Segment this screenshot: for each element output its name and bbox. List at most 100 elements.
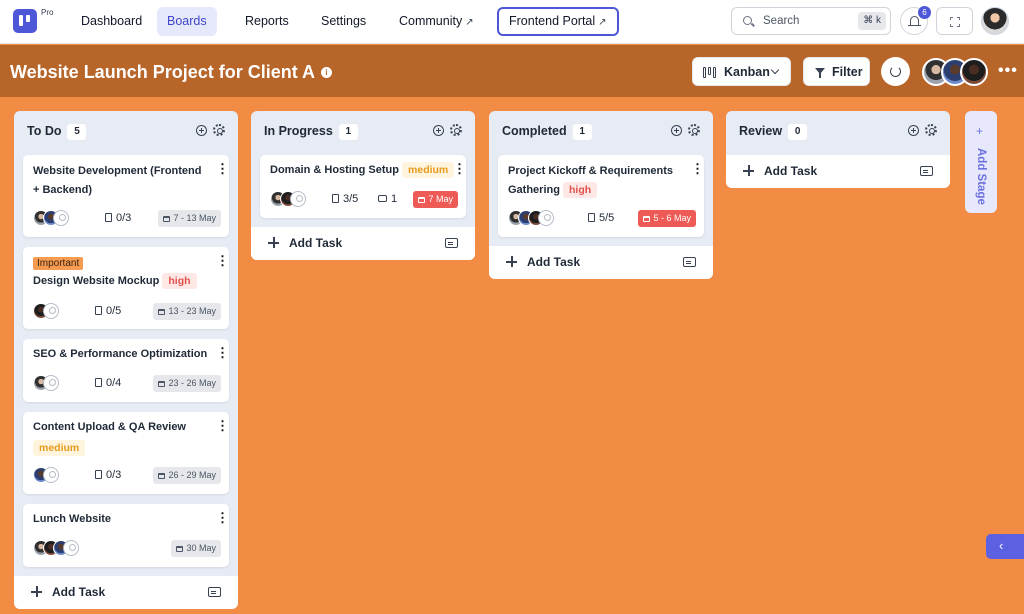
due-date-text: 5 - 6 May xyxy=(653,213,691,223)
stage-column-review: Review 0 Add Task xyxy=(726,111,950,188)
board-members[interactable] xyxy=(922,58,988,86)
plus-icon: + xyxy=(976,124,984,138)
subtask-icon xyxy=(588,213,595,222)
kebab-menu-icon[interactable] xyxy=(216,161,229,177)
add-task-icon[interactable] xyxy=(196,125,207,136)
fullscreen-button[interactable] xyxy=(936,7,973,35)
subtask-count-text: 0/4 xyxy=(106,377,122,389)
task-card[interactable]: SEO & Performance Optimization 0/4 23 - … xyxy=(23,339,229,402)
assign-user-icon[interactable] xyxy=(43,467,59,483)
side-panel-toggle[interactable]: ‹ xyxy=(986,534,1024,559)
calendar-icon xyxy=(176,546,184,552)
subtask-icon xyxy=(105,213,112,222)
subtask-count: 0/5 xyxy=(95,305,121,317)
gear-icon[interactable] xyxy=(450,124,462,136)
kebab-menu-icon[interactable] xyxy=(216,510,229,526)
gear-icon[interactable] xyxy=(925,124,937,136)
add-task-label: Add Task xyxy=(764,164,818,178)
stage-column-completed: Completed 1 Project Kickoff & Requirement… xyxy=(489,111,713,279)
view-label: Kanban xyxy=(724,65,770,79)
view-switcher-button[interactable]: Kanban xyxy=(692,57,791,86)
due-date-text: 13 - 23 May xyxy=(168,306,216,316)
fullscreen-icon xyxy=(950,17,960,27)
kebab-menu-icon[interactable] xyxy=(216,345,229,361)
comment-icon xyxy=(378,195,387,202)
nav-community[interactable]: Community ↗ xyxy=(389,7,484,36)
nav-reports[interactable]: Reports xyxy=(235,7,299,36)
nav-settings[interactable]: Settings xyxy=(311,7,376,36)
kebab-menu-icon[interactable] xyxy=(691,161,704,177)
gear-icon[interactable] xyxy=(688,124,700,136)
due-date-text: 30 May xyxy=(186,543,216,553)
column-title-text: Completed xyxy=(502,124,567,138)
bell-icon xyxy=(908,16,921,27)
add-task-button[interactable]: Add Task xyxy=(489,246,713,279)
search-icon xyxy=(743,16,752,25)
column-count: 1 xyxy=(338,124,358,140)
assign-user-icon[interactable] xyxy=(43,375,59,391)
add-task-icon[interactable] xyxy=(671,125,682,136)
kebab-menu-icon[interactable] xyxy=(453,161,466,177)
refresh-button[interactable] xyxy=(881,57,910,86)
user-avatar[interactable] xyxy=(981,7,1009,35)
kebab-menu-icon[interactable] xyxy=(216,253,229,269)
add-stage-label: Add Stage xyxy=(975,148,987,205)
add-task-icon[interactable] xyxy=(908,125,919,136)
kebab-menu-icon[interactable] xyxy=(216,418,229,434)
add-task-label: Add Task xyxy=(527,255,581,269)
due-date-badge: 7 May xyxy=(413,191,458,208)
nav-frontend-portal[interactable]: Frontend Portal ↗ xyxy=(497,7,619,36)
assign-user-icon[interactable] xyxy=(63,540,79,556)
task-card[interactable]: Project Kickoff & Requirements Gathering… xyxy=(498,155,704,237)
calendar-icon xyxy=(643,216,651,222)
card-footer: 0/3 7 - 13 May xyxy=(33,210,221,228)
assign-user-icon[interactable] xyxy=(538,210,554,226)
more-options-icon[interactable]: ••• xyxy=(998,62,1018,80)
subtask-count: 0/3 xyxy=(105,212,131,224)
priority-tag: high xyxy=(162,273,197,289)
task-card[interactable]: Important Design Website Mockup high 0/5… xyxy=(23,247,229,329)
subtask-count: 0/3 xyxy=(95,469,121,481)
gear-icon[interactable] xyxy=(213,124,225,136)
card-template-icon[interactable] xyxy=(683,257,696,267)
card-template-icon[interactable] xyxy=(445,238,458,248)
search-input[interactable]: Search ⌘ k xyxy=(731,7,891,35)
add-task-button[interactable]: Add Task xyxy=(726,155,950,188)
card-template-icon[interactable] xyxy=(208,587,221,597)
nav-frontend-portal-label: Frontend Portal xyxy=(509,14,596,28)
nav-boards[interactable]: Boards xyxy=(157,7,217,36)
project-title-text: Website Launch Project for Client A xyxy=(10,62,316,82)
card-title: Content Upload & QA Review xyxy=(33,421,186,433)
task-card[interactable]: Content Upload & QA Review medium 0/3 26… xyxy=(23,412,229,494)
plus-icon xyxy=(743,165,754,176)
comment-count-text: 1 xyxy=(391,193,398,205)
card-footer: 5/5 5 - 6 May xyxy=(508,210,696,228)
task-card[interactable]: Domain & Hosting Setup medium 3/5 1 7 Ma… xyxy=(260,155,466,218)
assign-user-icon[interactable] xyxy=(290,191,306,207)
column-title-text: To Do xyxy=(27,124,62,138)
card-footer: 0/3 26 - 29 May xyxy=(33,467,221,485)
assign-user-icon[interactable] xyxy=(53,210,69,226)
task-card[interactable]: Lunch Website 30 May xyxy=(23,504,229,567)
add-task-button[interactable]: Add Task xyxy=(251,227,475,260)
add-task-label: Add Task xyxy=(52,585,106,599)
due-date-badge: 13 - 23 May xyxy=(153,303,221,320)
app-logo-icon[interactable] xyxy=(13,9,37,33)
pro-label: Pro xyxy=(41,8,54,17)
card-footer: 0/5 13 - 23 May xyxy=(33,303,221,321)
info-icon[interactable]: i xyxy=(321,67,333,78)
add-task-icon[interactable] xyxy=(433,125,444,136)
add-task-button[interactable]: Add Task xyxy=(14,576,238,609)
calendar-icon xyxy=(158,381,166,387)
add-stage-button[interactable]: + Add Stage xyxy=(965,111,997,213)
card-title-text: Design Website Mockup xyxy=(33,275,160,287)
plus-icon xyxy=(506,256,517,267)
filter-button[interactable]: Filter xyxy=(803,57,870,86)
card-template-icon[interactable] xyxy=(920,166,933,176)
task-card[interactable]: Website Development (Frontend + Backend)… xyxy=(23,155,229,237)
due-date-text: 23 - 26 May xyxy=(168,378,216,388)
nav-dashboard[interactable]: Dashboard xyxy=(71,7,152,36)
priority-tag: medium xyxy=(402,162,455,178)
card-title: Website Development (Frontend + Backend) xyxy=(33,165,202,196)
assign-user-icon[interactable] xyxy=(43,303,59,319)
